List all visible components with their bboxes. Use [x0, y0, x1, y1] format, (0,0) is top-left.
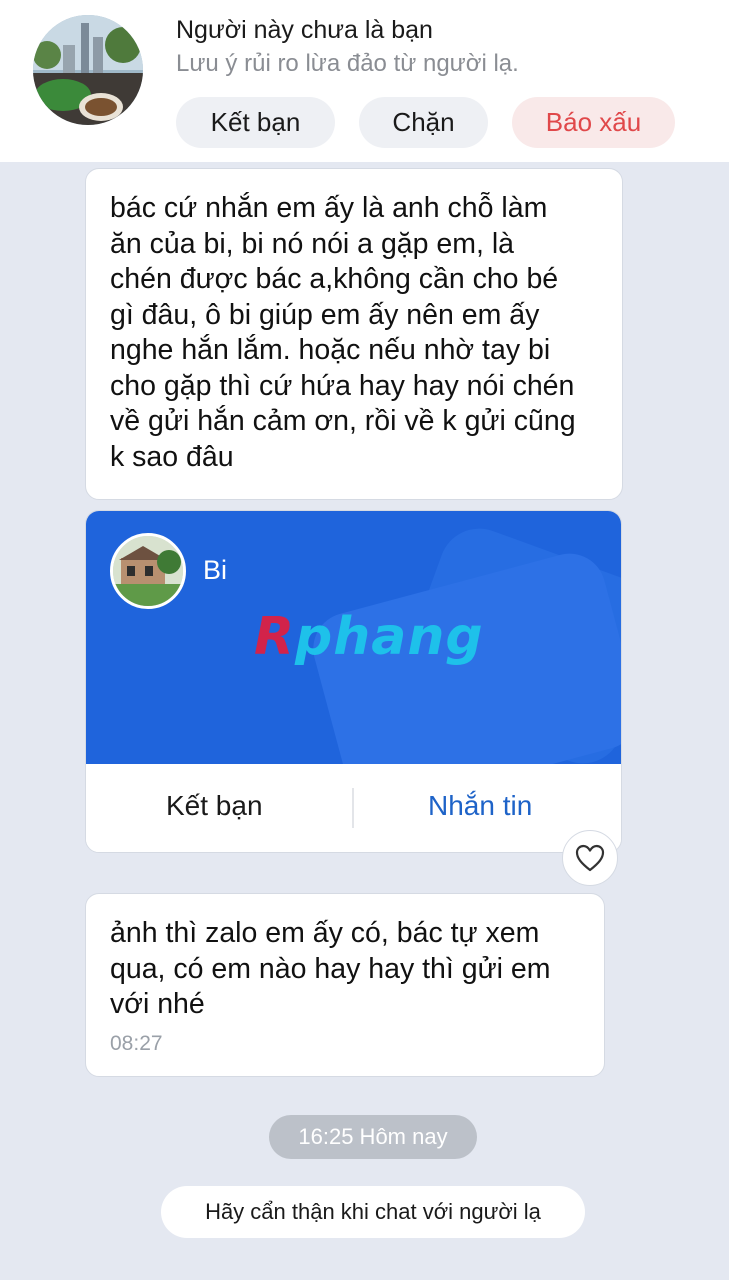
divider: [352, 788, 354, 828]
message-text: bác cứ nhắn em ấy là anh chỗ làm ăn của …: [110, 192, 576, 473]
banner-subtitle: Lưu ý rủi ro lừa đảo từ người lạ.: [176, 50, 519, 77]
card-message-button[interactable]: Nhắn tin: [428, 790, 532, 822]
contact-avatar[interactable]: [110, 533, 186, 609]
report-button[interactable]: Báo xấu: [512, 97, 675, 148]
contact-card-actions: Kết bạn Nhắn tin: [86, 764, 621, 852]
watermark-text: phang: [295, 607, 484, 667]
stranger-warning: Hãy cẩn thận khi chat với người lạ: [161, 1186, 585, 1238]
contact-name: Bi: [203, 555, 228, 585]
avatar[interactable]: [33, 15, 143, 125]
date-separator: 16:25 Hôm nay: [269, 1115, 477, 1159]
message-timestamp: 08:27: [110, 1032, 163, 1055]
message-text: ảnh thì zalo em ấy có, bác tự xem qua, c…: [110, 917, 551, 1020]
block-button[interactable]: Chặn: [359, 97, 488, 148]
card-add-friend-button[interactable]: Kết bạn: [166, 790, 263, 822]
stranger-banner: Người này chưa là bạn Lưu ý rủi ro lừa đ…: [0, 0, 729, 162]
message-bubble[interactable]: ảnh thì zalo em ấy có, bác tự xem qua, c…: [85, 893, 605, 1077]
watermark-r: R: [254, 607, 296, 667]
contact-card[interactable]: Bi Rphang Kết bạn Nhắn tin: [85, 510, 622, 853]
add-friend-button[interactable]: Kết bạn: [176, 97, 335, 148]
contact-card-banner: Bi Rphang: [86, 511, 621, 764]
message-bubble[interactable]: bác cứ nhắn em ấy là anh chỗ làm ăn của …: [85, 168, 623, 500]
heart-icon[interactable]: [562, 830, 618, 886]
watermark-logo: Rphang: [254, 607, 484, 667]
banner-title: Người này chưa là bạn: [176, 16, 433, 44]
